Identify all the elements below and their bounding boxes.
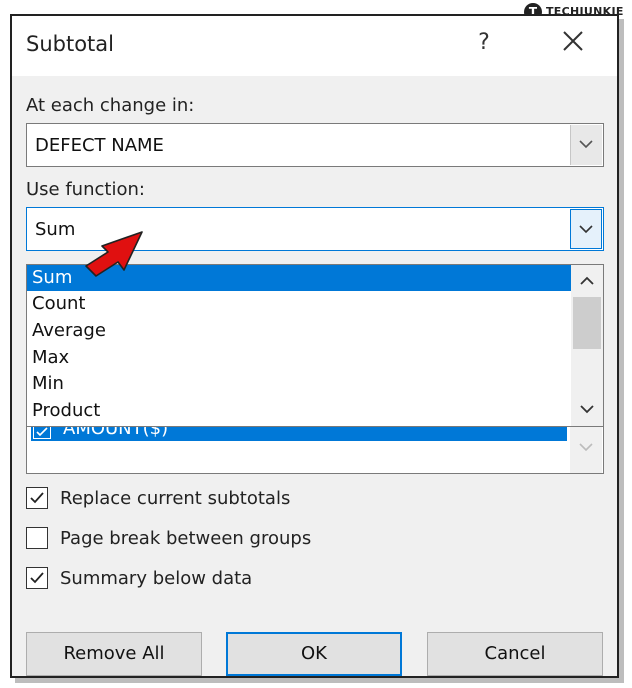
summary-below-label: Summary below data	[60, 568, 253, 589]
dialog-titlebar: Subtotal ?	[12, 16, 617, 76]
replace-subtotals-checkbox[interactable]	[26, 487, 48, 509]
page-break-label: Page break between groups	[60, 528, 312, 549]
cancel-button[interactable]: Cancel	[427, 632, 603, 676]
close-icon[interactable]	[560, 28, 586, 54]
dropdown-option-min[interactable]: Min	[27, 371, 571, 397]
change-in-label: At each change in:	[26, 95, 195, 116]
dialog-title: Subtotal	[26, 32, 114, 56]
remove-all-button[interactable]: Remove All	[26, 632, 202, 676]
dropdown-option-max[interactable]: Max	[27, 345, 571, 371]
help-button[interactable]: ?	[472, 30, 496, 55]
scrollbar[interactable]	[570, 423, 602, 473]
use-function-value: Sum	[35, 219, 76, 240]
replace-subtotals-label: Replace current subtotals	[60, 488, 291, 509]
dropdown-option-product[interactable]: Product	[27, 398, 571, 424]
scrollbar-thumb[interactable]	[573, 297, 601, 349]
red-arrow-icon	[85, 231, 143, 277]
subtotal-dialog: Subtotal ? At each change in: DEFECT NAM…	[10, 14, 619, 678]
change-in-value: DEFECT NAME	[35, 135, 164, 156]
add-subtotal-list[interactable]: AMOUNT($)	[26, 418, 604, 474]
scrollbar[interactable]	[571, 265, 603, 426]
chevron-up-icon[interactable]	[577, 271, 597, 291]
change-in-select[interactable]: DEFECT NAME	[26, 123, 604, 167]
summary-below-checkbox[interactable]	[26, 567, 48, 589]
chevron-down-icon[interactable]	[570, 209, 602, 249]
dropdown-option-count[interactable]: Count	[27, 291, 571, 317]
chevron-down-icon[interactable]	[577, 399, 597, 419]
ok-button[interactable]: OK	[226, 632, 402, 676]
dropdown-option-average[interactable]: Average	[27, 318, 571, 344]
dialog-body: At each change in: DEFECT NAME Use funct…	[12, 76, 617, 676]
use-function-label: Use function:	[26, 179, 145, 200]
function-dropdown-list[interactable]: Sum Count Average Max Min Product	[26, 264, 604, 427]
chevron-down-icon[interactable]	[570, 125, 602, 165]
page-break-checkbox[interactable]	[26, 527, 48, 549]
